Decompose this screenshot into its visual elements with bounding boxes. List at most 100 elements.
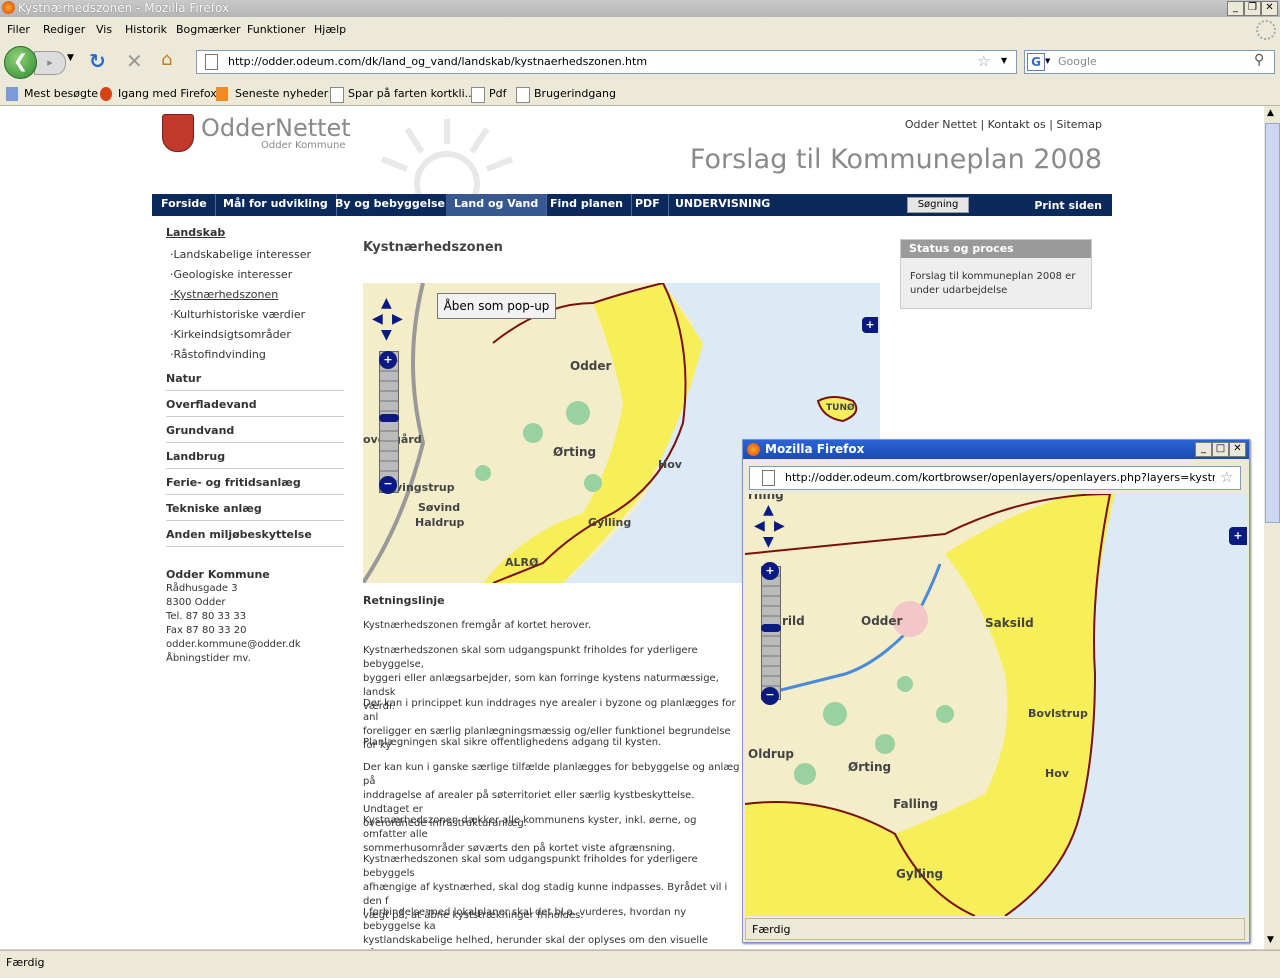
forward-button[interactable]: ▸ [34,51,66,75]
popup-title-bar[interactable]: Mozilla Firefox _ □ ✕ [743,440,1249,459]
nav-pdf[interactable]: PDF [627,194,669,216]
leftnav-kulturhistoriske[interactable]: ·Kulturhistoriske værdier [170,308,305,321]
menu-hjaelp[interactable]: Hjælp [314,23,346,36]
status-bar: Færdig [0,950,1280,978]
zoom-handle[interactable] [761,624,781,632]
popup-minimize-button[interactable]: _ [1195,442,1212,457]
home-icon[interactable]: ⌂ [161,49,172,70]
popup-title: Mozilla Firefox [765,442,865,456]
leftnav-grundvand[interactable]: Grundvand [166,424,344,443]
nav-undervisning[interactable]: UNDERVISNING [667,194,778,216]
pan-down-icon[interactable]: ▼ [381,327,392,343]
print-link[interactable]: Print siden [1034,199,1102,212]
nav-by-og-bebyggelse[interactable]: By og bebyggelse [327,194,455,216]
bookmark-star-icon[interactable]: ☆ [1220,468,1280,486]
pan-down-icon[interactable]: ▼ [763,534,774,550]
search-box[interactable]: G ▼ Google ⚲ [1024,50,1275,74]
leftnav-landbrug[interactable]: Landbrug [166,450,344,469]
logo-subtitle: Odder Kommune [261,140,346,151]
search-button[interactable]: Søgning [907,197,969,213]
layer-switcher-button[interactable]: + [1229,527,1247,545]
nav-forside[interactable]: Forside [152,194,216,216]
contact-hours[interactable]: Åbningstider mv. [166,653,251,664]
leftnav-raastof[interactable]: ·Råstofindvinding [170,348,266,361]
bookmark-spar[interactable]: Spar på farten kortkli... [348,87,475,100]
scroll-thumb[interactable] [1265,123,1280,523]
menu-historik[interactable]: Historik [125,23,167,36]
popup-window[interactable]: Mozilla Firefox _ □ ✕ http://odder.odeum… [742,439,1250,943]
popup-close-button[interactable]: ✕ [1229,442,1246,457]
leftnav-kystnaerhedszonen[interactable]: ·Kystnærhedszonen [170,288,278,301]
pan-up-icon[interactable]: ▲ [381,295,392,311]
menu-rediger[interactable]: Rediger [43,23,85,36]
menu-bogmaerker[interactable]: Bogmærker [176,23,241,36]
pan-right-icon[interactable]: ▶ [774,518,785,534]
close-button[interactable]: ✕ [1261,1,1278,16]
reload-icon[interactable]: ↻ [89,49,106,73]
popup-map-view[interactable]: Odder Saksild Bovlstrup Hov Oldrup Ørtin… [745,494,1247,916]
zoom-out-button[interactable]: − [379,476,397,494]
map-label-alro: ALRØ [505,556,539,569]
leftnav-tekniske[interactable]: Tekniske anlæg [166,502,344,521]
zoom-in-button[interactable]: + [379,351,397,369]
nav-land-og-vand[interactable]: Land og Vand [446,194,548,216]
leftnav-geologiske[interactable]: ·Geologiske interesser [170,268,292,281]
page-scrollbar[interactable]: ▲ ▼ [1264,106,1280,949]
open-popup-button[interactable]: Åben som pop-up [437,293,556,319]
bookmark-mest-besogte[interactable]: Mest besøgte [24,87,98,100]
zoom-in-button[interactable]: + [761,562,779,580]
bookmark-pdf[interactable]: Pdf [489,87,507,100]
logo-text[interactable]: OdderNettet [201,114,351,142]
menu-funktioner[interactable]: Funktioner [247,23,305,36]
page-icon [330,87,344,103]
google-icon[interactable]: G [1027,53,1045,71]
popup-maximize-button[interactable]: □ [1212,442,1229,457]
top-links[interactable]: Odder Nettet | Kontakt os | Sitemap [905,118,1102,131]
contact-name: Odder Kommune [166,568,270,581]
search-engine-dropdown-icon[interactable]: ▼ [1045,57,1050,65]
stop-icon[interactable]: ✕ [126,49,143,73]
menu-vis[interactable]: Vis [96,23,112,36]
pan-right-icon[interactable]: ▶ [392,311,403,327]
map-label-gylling: Gylling [896,867,944,881]
zoom-slider[interactable] [379,351,399,493]
scroll-up-icon[interactable]: ▲ [1267,108,1274,118]
leftnav-natur[interactable]: Natur [166,372,344,391]
leftnav-kirkeindsigt[interactable]: ·Kirkeindsigtsområder [170,328,291,341]
address-bar[interactable]: http://odder.odeum.com/dk/land_og_vand/l… [196,50,1017,74]
leftnav-landskabelige[interactable]: ·Landskabelige interesser [170,248,311,261]
history-dropdown-icon[interactable]: ▼ [67,53,74,63]
pan-left-icon[interactable]: ◀ [754,518,765,534]
popup-address-bar[interactable]: http://odder.odeum.com/kortbrowser/openl… [749,466,1241,490]
leftnav-anden[interactable]: Anden miljøbeskyttelse [166,528,344,547]
map-label-falling: Falling [893,797,939,811]
scroll-down-icon[interactable]: ▼ [1267,935,1274,945]
bookmark-star-icon[interactable]: ☆ [977,52,990,70]
pan-control[interactable]: ▲ ◀ ▶ ▼ [372,295,406,343]
bookmark-brugerindgang[interactable]: Brugerindgang [534,87,616,100]
menu-filer[interactable]: Filer [7,23,30,36]
map-label-tuno: TUNØ [826,403,855,413]
page-icon [205,54,218,70]
popup-zoom-slider[interactable] [761,566,781,700]
contact-email[interactable]: odder.kommune@odder.dk [166,639,301,650]
url-dropdown-icon[interactable]: ▼ [1001,56,1007,65]
pan-left-icon[interactable]: ◀ [372,311,383,327]
nav-maal[interactable]: Mål for udvikling [215,194,337,216]
pan-up-icon[interactable]: ▲ [763,502,774,518]
leftnav-landskab[interactable]: Landskab [166,226,225,239]
firefox-icon [747,443,760,456]
leftnav-ferie[interactable]: Ferie- og fritidsanlæg [166,476,344,495]
leftnav-overfladevand[interactable]: Overfladevand [166,398,344,417]
zoom-handle[interactable] [379,414,399,422]
nav-find-planen[interactable]: Find planen [542,194,633,216]
minimize-button[interactable]: _ [1227,1,1244,16]
layer-switcher-button[interactable]: + [862,317,878,333]
restore-button[interactable]: ❐ [1244,1,1261,16]
bookmark-seneste-nyheder[interactable]: Seneste nyheder [235,87,328,100]
bookmark-igang[interactable]: Igang med Firefox [118,87,217,100]
zoom-out-button[interactable]: − [761,687,779,705]
back-button[interactable]: ❮ [4,46,37,79]
popup-pan-control[interactable]: ▲ ◀ ▶ ▼ [754,502,788,550]
search-icon[interactable]: ⚲ [1254,52,1264,68]
